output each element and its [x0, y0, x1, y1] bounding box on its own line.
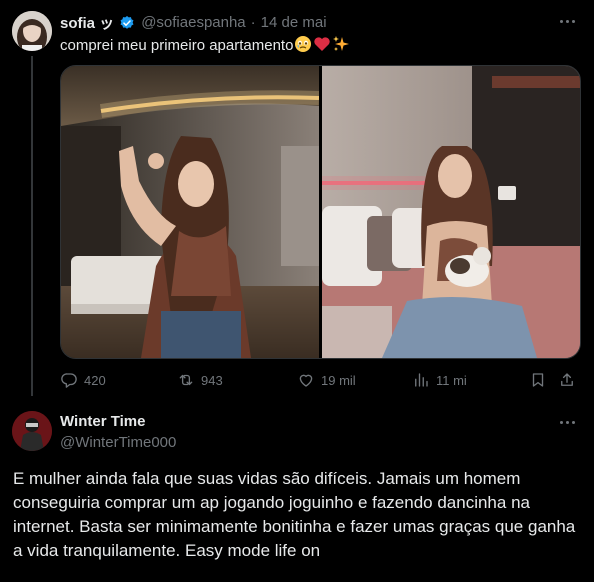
- heart-icon: [299, 374, 313, 387]
- retweet-button[interactable]: 943: [177, 369, 223, 391]
- bookmark-button[interactable]: [529, 369, 553, 391]
- like-button[interactable]: 19 mil: [297, 369, 356, 391]
- like-count: 19 mil: [321, 372, 356, 388]
- reply-author-avatar[interactable]: [12, 411, 52, 451]
- holding-back-tears-emoji-icon: [294, 35, 312, 59]
- separator-dot: ·: [250, 14, 256, 31]
- tweet-text: comprei meu primeiro apartamento: [60, 35, 350, 59]
- author-handle[interactable]: @sofiaespanha: [141, 14, 245, 31]
- views-count: 11 mi: [436, 372, 467, 388]
- reply-author-handle[interactable]: @WinterTime000: [60, 433, 176, 453]
- author-avatar[interactable]: [12, 11, 52, 51]
- author-name[interactable]: sofia ッ: [60, 12, 114, 33]
- reply-icon: [61, 373, 77, 388]
- red-heart-emoji-icon: [313, 35, 331, 59]
- bookmark-icon: [532, 373, 544, 387]
- reply-count: 420: [84, 372, 106, 388]
- retweet-count: 943: [201, 372, 223, 388]
- reply-more-options-icon[interactable]: [558, 413, 576, 431]
- tweet-date[interactable]: 14 de mai: [261, 14, 327, 31]
- share-button[interactable]: [558, 369, 582, 391]
- tweet-text-content: comprei meu primeiro apartamento: [60, 37, 294, 54]
- tweet-actions: 420 943 19 mil 11 mi: [60, 369, 580, 391]
- views-chart-icon: [415, 373, 428, 387]
- views-button[interactable]: 11 mi: [412, 369, 467, 391]
- more-options-icon[interactable]: [558, 12, 576, 30]
- reply-text: E mulher ainda fala que suas vidas são d…: [13, 469, 576, 560]
- media-grid: [60, 65, 581, 359]
- reply-button[interactable]: 420: [60, 369, 106, 391]
- reply-author-name[interactable]: Winter Time: [60, 413, 176, 431]
- thread-line: [31, 56, 33, 396]
- verified-badge-icon: [119, 15, 135, 31]
- retweet-icon: [179, 374, 193, 386]
- tweet-header: sofia ッ @sofiaespanha · 14 de mai: [60, 12, 327, 33]
- photo-living-room[interactable]: [61, 66, 320, 358]
- reply-header: Winter Time @WinterTime000: [60, 413, 176, 453]
- share-icon: [561, 373, 573, 386]
- sparkles-emoji-icon: [332, 35, 350, 59]
- photo-bedroom[interactable]: [322, 66, 580, 358]
